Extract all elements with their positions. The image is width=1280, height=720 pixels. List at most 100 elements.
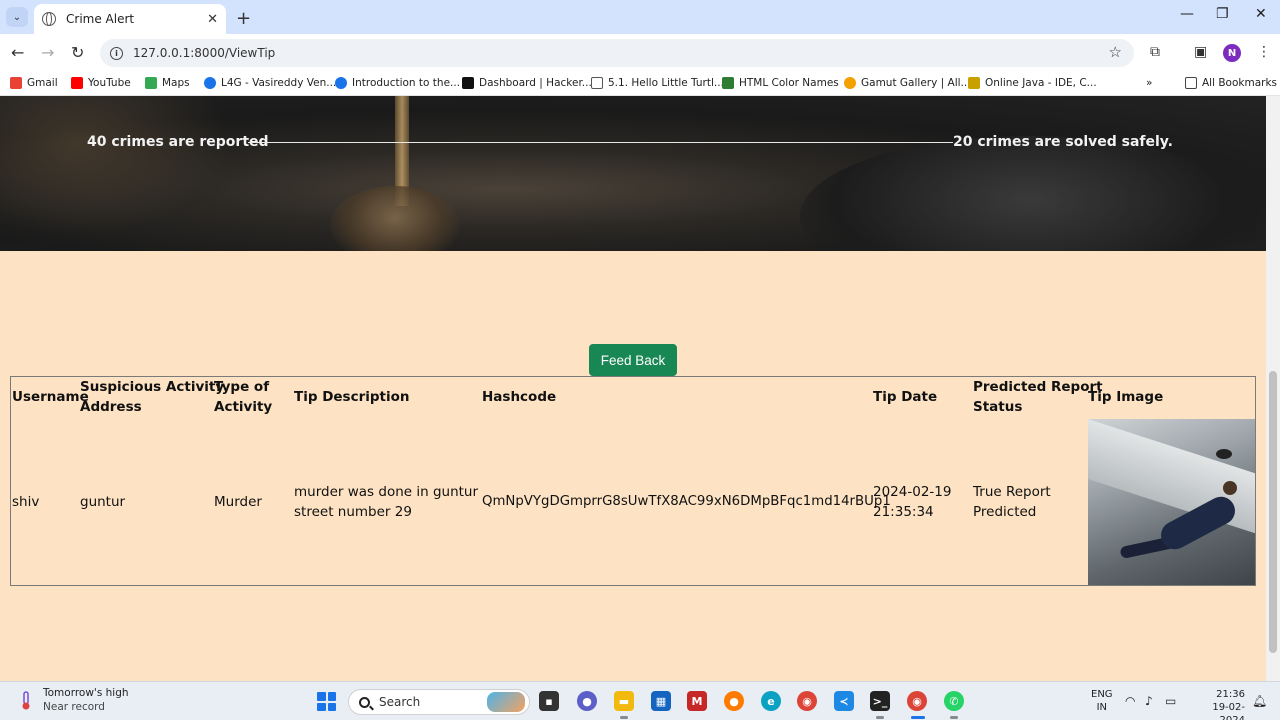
- search-icon: [359, 696, 370, 708]
- close-window-button[interactable]: ✕: [1255, 6, 1267, 22]
- terminal-icon[interactable]: >_: [870, 691, 890, 711]
- forward-button[interactable]: →: [41, 43, 54, 62]
- menu-kebab-icon[interactable]: ⋮: [1257, 44, 1271, 60]
- header-type: Type of Activity: [214, 379, 273, 415]
- tip-image-figure: [1223, 481, 1237, 495]
- tab-search-button[interactable]: ⌄: [6, 7, 28, 27]
- header-hashcode: Hashcode: [482, 389, 557, 405]
- cell-description: murder was done in guntur street number …: [294, 484, 479, 520]
- firefox-icon[interactable]: ●: [724, 691, 744, 711]
- globe-icon: [42, 12, 56, 26]
- new-tab-button[interactable]: +: [236, 8, 251, 29]
- url-text: 127.0.0.1:8000/ViewTip: [133, 46, 276, 60]
- vscode-icon[interactable]: ≺: [834, 691, 854, 711]
- cell-status: True Report Predicted: [973, 484, 1051, 520]
- site-info-icon[interactable]: i: [110, 46, 123, 60]
- header-username: Username: [12, 389, 89, 405]
- windows-start-icon[interactable]: [317, 692, 336, 711]
- crimes-reported-stat: 40 crimes are reported: [87, 134, 269, 150]
- taskbar-search[interactable]: Search: [348, 689, 530, 715]
- hero-decoration: [330, 186, 460, 251]
- maps-icon: [145, 77, 157, 89]
- mcafee-icon[interactable]: M: [687, 691, 707, 711]
- battery-icon[interactable]: ▭: [1165, 694, 1176, 708]
- l4g-icon: [204, 77, 216, 89]
- bookmark-maps[interactable]: Maps: [145, 77, 190, 89]
- chrome-profile-icon[interactable]: ◉: [907, 691, 927, 711]
- bookmark-gamut[interactable]: Gamut Gallery | All...: [844, 77, 971, 89]
- header-address: Suspicious Activity Address: [80, 379, 225, 415]
- system-clock[interactable]: 21:36 19-02-2024: [1190, 688, 1245, 720]
- bookmark-html-colors[interactable]: HTML Color Names: [722, 77, 839, 89]
- reload-button[interactable]: ↻: [71, 43, 84, 62]
- intro-icon: [335, 77, 347, 89]
- back-button[interactable]: ←: [11, 43, 24, 62]
- document-icon: [591, 77, 603, 89]
- bookmark-hackerrank[interactable]: Dashboard | Hacker...: [462, 77, 592, 89]
- search-highlight-icon: [487, 692, 525, 712]
- running-indicator: [876, 716, 884, 719]
- gamut-icon: [844, 77, 856, 89]
- browser-toolbar: ← → ↻ i 127.0.0.1:8000/ViewTip ☆ ⧉ ▣ N ⋮: [0, 34, 1280, 72]
- hackerrank-icon: [462, 77, 474, 89]
- tip-image: [1088, 419, 1255, 585]
- header-image: Tip Image: [1088, 389, 1164, 405]
- whatsapp-icon[interactable]: ✆: [944, 691, 964, 711]
- language-indicator[interactable]: ENG IN: [1091, 688, 1113, 714]
- maximize-button[interactable]: ❐: [1216, 6, 1229, 22]
- notification-bell-icon[interactable]: 🔔︎: [1252, 694, 1267, 708]
- bookmark-introduction[interactable]: Introduction to the...: [335, 77, 460, 89]
- extensions-icon[interactable]: ⧉: [1150, 44, 1160, 60]
- teams-chat-icon[interactable]: ●: [577, 691, 597, 711]
- cell-date: 2024-02-19 21:35:34: [873, 484, 952, 520]
- address-bar[interactable]: i 127.0.0.1:8000/ViewTip ☆: [100, 39, 1134, 67]
- active-indicator: [911, 716, 925, 719]
- java-icon: [968, 77, 980, 89]
- edge-icon[interactable]: e: [761, 691, 781, 711]
- chrome-icon[interactable]: ◉: [797, 691, 817, 711]
- tab-title: Crime Alert: [66, 12, 135, 26]
- bookmark-l4g[interactable]: L4G - Vasireddy Ven...: [204, 77, 336, 89]
- minimize-button[interactable]: —: [1180, 6, 1194, 22]
- bookmarks-overflow-icon[interactable]: »: [1146, 77, 1152, 89]
- weather-title[interactable]: Tomorrow's high: [43, 687, 129, 699]
- bookmark-online-java[interactable]: Online Java - IDE, C...: [968, 77, 1097, 89]
- header-date: Tip Date: [873, 389, 938, 405]
- tab-close-icon[interactable]: ✕: [207, 12, 218, 27]
- volume-icon[interactable]: ♪: [1145, 694, 1153, 708]
- header-description: Tip Description: [294, 389, 410, 405]
- task-view-icon[interactable]: ▪: [539, 691, 559, 711]
- thermometer-icon[interactable]: [18, 691, 34, 711]
- stat-divider: [248, 142, 953, 143]
- page-scrollbar[interactable]: [1266, 96, 1280, 681]
- browser-tabbar: ⌄ Crime Alert ✕ + — ❐ ✕: [0, 0, 1280, 34]
- gavel-decoration: [800, 136, 1260, 251]
- bookmark-gmail[interactable]: Gmail: [10, 77, 58, 89]
- bookmark-youtube[interactable]: YouTube: [71, 77, 131, 89]
- all-bookmarks[interactable]: All Bookmarks: [1185, 77, 1277, 89]
- wifi-icon[interactable]: ◠: [1125, 694, 1135, 708]
- bookmark-star-icon[interactable]: ☆: [1109, 43, 1122, 61]
- store-icon[interactable]: ▦: [651, 691, 671, 711]
- feedback-button[interactable]: Feed Back: [589, 344, 677, 376]
- tips-table: Username Suspicious Activity Address Typ…: [10, 376, 1256, 586]
- hero-decoration: [0, 96, 260, 251]
- scrollbar-thumb[interactable]: [1269, 371, 1277, 653]
- cell-address: guntur: [80, 494, 126, 510]
- bookmarks-bar: Gmail YouTube Maps L4G - Vasireddy Ven..…: [0, 72, 1280, 96]
- side-panel-icon[interactable]: ▣: [1194, 44, 1207, 60]
- hero-banner: 40 crimes are reported 20 crimes are sol…: [0, 96, 1266, 251]
- windows-taskbar: Tomorrow's high Near record Search ▪ ● ▬…: [0, 681, 1280, 720]
- running-indicator: [620, 716, 628, 719]
- cell-type: Murder: [214, 494, 262, 510]
- cell-hashcode: QmNpVYgDGmprrG8sUwTfX8AC99xN6DMpBFqc1md1…: [482, 494, 891, 509]
- profile-avatar[interactable]: N: [1223, 44, 1241, 62]
- cell-username: shiv: [12, 494, 40, 510]
- gmail-icon: [10, 77, 22, 89]
- weather-subtitle[interactable]: Near record: [43, 701, 105, 713]
- browser-tab[interactable]: Crime Alert ✕: [34, 4, 226, 34]
- file-explorer-icon[interactable]: ▬: [614, 691, 634, 711]
- bookmark-turtle[interactable]: 5.1. Hello Little Turtl...: [591, 77, 724, 89]
- w3-icon: [722, 77, 734, 89]
- running-indicator: [950, 716, 958, 719]
